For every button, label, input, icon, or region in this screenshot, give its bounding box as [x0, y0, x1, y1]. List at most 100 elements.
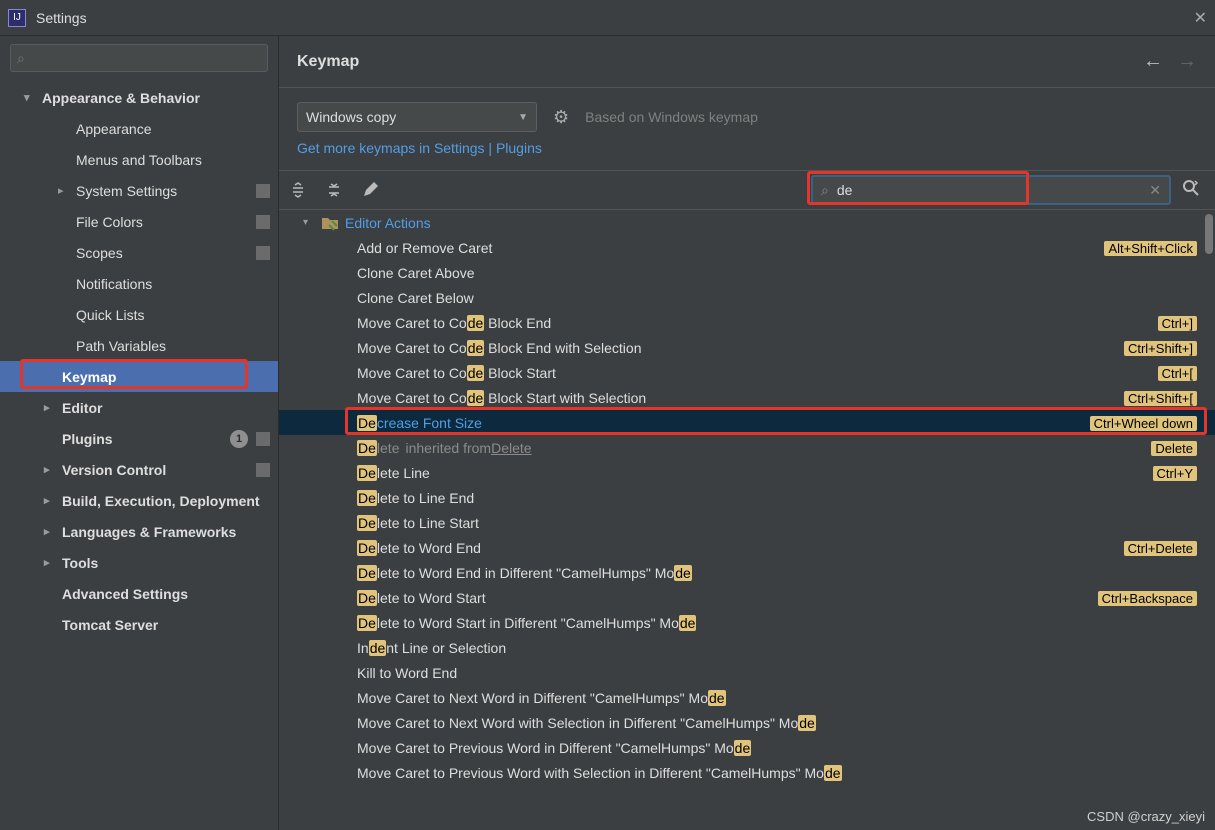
- sidebar-item[interactable]: ▸ Languages & Frameworks: [0, 516, 278, 547]
- chevron-down-icon: ▼: [518, 112, 528, 123]
- sidebar-item[interactable]: Tomcat Server: [0, 609, 278, 640]
- sidebar-item[interactable]: Keymap: [0, 361, 278, 392]
- action-row[interactable]: Add or Remove Caret Alt+Shift+Click: [279, 235, 1215, 260]
- sidebar-item[interactable]: Plugins1: [0, 423, 278, 454]
- action-label: Move Caret to Code Block End: [357, 315, 551, 331]
- get-more-keymaps-link[interactable]: Get more keymaps in Settings | Plugins: [297, 140, 542, 156]
- chevron-icon: ▸: [44, 525, 58, 538]
- action-row[interactable]: Delete to Word Start in Different "Camel…: [279, 610, 1215, 635]
- sidebar-item-label: Build, Execution, Deployment: [62, 493, 260, 509]
- action-search-input[interactable]: ⌕ ✕: [811, 175, 1171, 205]
- sidebar-item-label: Advanced Settings: [62, 586, 188, 602]
- close-icon[interactable]: ✕: [1194, 8, 1207, 28]
- sidebar-item-label: System Settings: [76, 183, 177, 199]
- app-icon: IJ: [8, 9, 26, 27]
- page-title: Keymap: [297, 53, 359, 71]
- action-row[interactable]: Move Caret to Previous Word with Selecti…: [279, 760, 1215, 785]
- action-row[interactable]: Delete to Line Start: [279, 510, 1215, 535]
- edit-shortcut-icon[interactable]: [361, 181, 379, 199]
- chevron-icon: ▸: [44, 556, 58, 569]
- shortcut-badge: Ctrl+Backspace: [1098, 590, 1197, 606]
- action-row[interactable]: Kill to Word End: [279, 660, 1215, 685]
- action-row[interactable]: Delete LineCtrl+Y: [279, 460, 1215, 485]
- sidebar-item[interactable]: Quick Lists: [0, 299, 278, 330]
- clear-search-icon[interactable]: ✕: [1149, 182, 1161, 199]
- chevron-icon: ▸: [58, 184, 72, 197]
- sidebar-search-input[interactable]: ⌕: [10, 44, 268, 72]
- project-tag-icon: [256, 184, 270, 198]
- action-row[interactable]: Delete to Word Start Ctrl+Backspace: [279, 585, 1215, 610]
- action-label: Clone Caret Below: [357, 290, 474, 306]
- settings-sidebar: ⌕ ▾Appearance & Behavior Appearance Menus …: [0, 36, 279, 830]
- keymap-selector[interactable]: Windows copy ▼: [297, 102, 537, 132]
- sidebar-item[interactable]: ▸ Version Control: [0, 454, 278, 485]
- sidebar-item-label: Tools: [62, 555, 98, 571]
- sidebar-item[interactable]: ▸ Editor: [0, 392, 278, 423]
- forward-icon: →: [1177, 50, 1197, 73]
- project-tag-icon: [256, 246, 270, 260]
- chevron-icon: ▸: [44, 463, 58, 476]
- sidebar-item-label: Editor: [62, 400, 102, 416]
- expand-all-icon[interactable]: [289, 181, 307, 199]
- action-label: Move Caret to Previous Word in Different…: [357, 740, 751, 756]
- sidebar-item[interactable]: Advanced Settings: [0, 578, 278, 609]
- sidebar-item[interactable]: ▸ Build, Execution, Deployment: [0, 485, 278, 516]
- badge: 1: [230, 430, 248, 448]
- scrollbar-thumb[interactable]: [1205, 214, 1213, 254]
- keymap-selected-label: Windows copy: [306, 109, 396, 125]
- action-row[interactable]: Move Caret to Code Block End with Select…: [279, 335, 1215, 360]
- folder-icon: [321, 215, 339, 231]
- action-label: Add or Remove Caret: [357, 240, 492, 256]
- sidebar-item-label: Quick Lists: [76, 307, 144, 323]
- sidebar-item[interactable]: ▾Appearance & Behavior: [0, 82, 278, 113]
- shortcut-badge: Ctrl+]: [1158, 315, 1197, 331]
- sidebar-item[interactable]: ▸ System Settings: [0, 175, 278, 206]
- find-by-shortcut-icon[interactable]: [1181, 178, 1201, 203]
- action-row[interactable]: Move Caret to Code Block End Ctrl+]: [279, 310, 1215, 335]
- sidebar-item[interactable]: Appearance: [0, 113, 278, 144]
- shortcut-badge: Ctrl+Shift+[: [1124, 390, 1197, 406]
- action-label: Delete to Word Start: [357, 590, 486, 606]
- back-icon[interactable]: ←: [1143, 50, 1163, 73]
- action-row[interactable]: Indent Line or Selection: [279, 635, 1215, 660]
- action-row[interactable]: Clone Caret Above: [279, 260, 1215, 285]
- action-row[interactable]: Move Caret to Previous Word in Different…: [279, 735, 1215, 760]
- collapse-all-icon[interactable]: [325, 181, 343, 199]
- action-row[interactable]: Delete to Word End in Different "CamelHu…: [279, 560, 1215, 585]
- sidebar-item[interactable]: Scopes: [0, 237, 278, 268]
- gear-icon[interactable]: ⚙: [553, 107, 569, 128]
- sidebar-item[interactable]: Menus and Toolbars: [0, 144, 278, 175]
- sidebar-item-label: Menus and Toolbars: [76, 152, 202, 168]
- action-row[interactable]: Move Caret to Next Word with Selection i…: [279, 710, 1215, 735]
- sidebar-item-label: Notifications: [76, 276, 152, 292]
- action-row[interactable]: Move Caret to Code Block StartCtrl+[: [279, 360, 1215, 385]
- sidebar-item[interactable]: File Colors: [0, 206, 278, 237]
- chevron-icon: ▸: [44, 494, 58, 507]
- inherited-link[interactable]: Delete: [491, 440, 531, 456]
- sidebar-item[interactable]: ▸ Tools: [0, 547, 278, 578]
- action-row[interactable]: Clone Caret Below: [279, 285, 1215, 310]
- sidebar-item-label: Appearance: [76, 121, 152, 137]
- chevron-icon: ▸: [44, 401, 58, 414]
- sidebar-item-label: Path Variables: [76, 338, 166, 354]
- action-row[interactable]: Delete inherited from DeleteDelete: [279, 435, 1215, 460]
- shortcut-badge: Ctrl+Shift+]: [1124, 340, 1197, 356]
- search-icon: ⌕: [17, 50, 25, 67]
- action-label: Move Caret to Code Block Start: [357, 365, 556, 381]
- sidebar-item[interactable]: Path Variables: [0, 330, 278, 361]
- action-row[interactable]: Move Caret to Code Block Start with Sele…: [279, 385, 1215, 410]
- action-row[interactable]: Delete to Line End: [279, 485, 1215, 510]
- shortcut-badge: Alt+Shift+Click: [1104, 240, 1197, 256]
- sidebar-item-label: Version Control: [62, 462, 166, 478]
- action-row[interactable]: Decrease Font SizeCtrl+Wheel down: [279, 410, 1215, 435]
- action-label: Indent Line or Selection: [357, 640, 506, 656]
- action-label: Delete to Line Start: [357, 515, 479, 531]
- group-label: Editor Actions: [345, 215, 431, 231]
- sidebar-item[interactable]: Notifications: [0, 268, 278, 299]
- action-row[interactable]: Move Caret to Next Word in Different "Ca…: [279, 685, 1215, 710]
- editor-actions-group[interactable]: ▾ Editor Actions: [279, 210, 1215, 235]
- sidebar-item-label: Languages & Frameworks: [62, 524, 236, 540]
- action-search-field[interactable]: [835, 181, 1143, 199]
- action-row[interactable]: Delete to Word EndCtrl+Delete: [279, 535, 1215, 560]
- based-on-label: Based on Windows keymap: [585, 109, 758, 125]
